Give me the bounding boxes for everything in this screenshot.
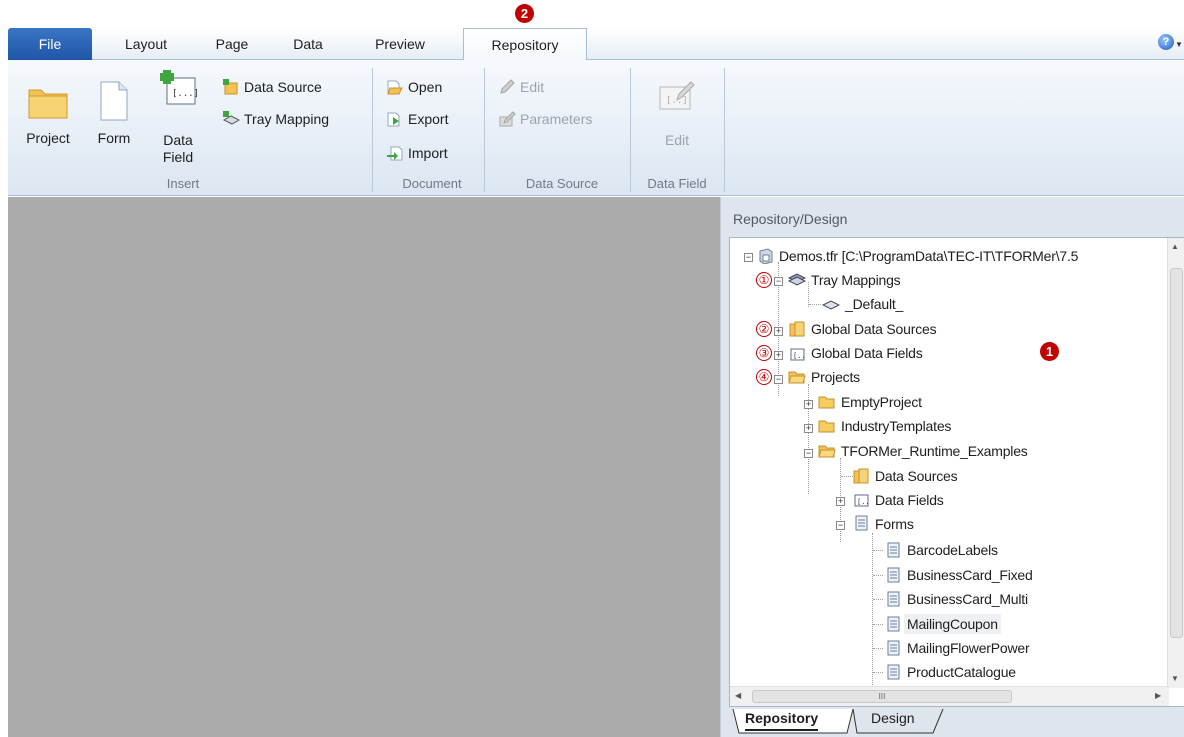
data-field-icon: [..]: [790, 348, 806, 361]
svg-text:[..]: [..]: [666, 96, 688, 106]
group-label-insert: Insert: [166, 176, 200, 191]
group-separator: [372, 68, 373, 192]
tree-expander[interactable]: −: [744, 253, 753, 262]
chevron-down-icon: ▼: [1175, 40, 1183, 49]
tree-line: [873, 624, 883, 625]
tree-expander[interactable]: +: [804, 424, 813, 433]
repository-tree[interactable]: − Demos.tfr [C:\ProgramData\TEC-IT\TFORM…: [729, 237, 1184, 707]
repository-icon: [759, 248, 773, 264]
tree-expander[interactable]: −: [836, 521, 845, 530]
tree-expander[interactable]: +: [804, 400, 813, 409]
data-field-icon: [..]: [854, 494, 870, 507]
panel-title: Repository/Design: [733, 211, 848, 227]
scrollbar-thumb[interactable]: III: [752, 690, 1012, 703]
group-separator: [484, 68, 485, 192]
tree-line: [873, 575, 883, 576]
project-button[interactable]: Project: [18, 78, 78, 158]
group-separator: [630, 68, 631, 192]
callout-1: 1: [1040, 342, 1059, 361]
tree-expander[interactable]: +: [836, 497, 845, 506]
annotation-circle-3: ③: [756, 345, 772, 361]
callout-2: 2: [515, 4, 534, 23]
document-icon: [887, 664, 900, 680]
ribbon-body: Project Form [...] Data Field Data Sourc…: [8, 60, 1184, 196]
scroll-right-icon[interactable]: ▶: [1155, 691, 1161, 700]
tree-line: [873, 599, 883, 600]
tree-expander[interactable]: −: [774, 375, 783, 384]
import-icon: [387, 146, 403, 161]
document-icon: [855, 515, 868, 531]
scroll-down-icon[interactable]: ▼: [1171, 674, 1179, 683]
tab-page[interactable]: Page: [204, 28, 260, 60]
data-field-icon: [...]: [160, 70, 199, 105]
tab-repository-panel[interactable]: Repository: [745, 707, 819, 731]
tree-line: [872, 533, 873, 693]
tray-mapping-icon: [222, 111, 240, 125]
scrollbar-thumb[interactable]: [1170, 268, 1183, 638]
data-source-icon: [789, 321, 805, 337]
annotation-circle-1: ①: [756, 272, 772, 288]
window-left-edge: [0, 28, 8, 737]
form-icon: [100, 81, 128, 121]
group-separator: [724, 68, 725, 192]
help-icon: ?: [1158, 34, 1174, 50]
folder-icon: [788, 371, 806, 384]
scroll-left-icon[interactable]: ◀: [735, 691, 741, 700]
tray-icon: [822, 300, 840, 310]
form-button[interactable]: Form: [86, 78, 142, 158]
tformer-designer-window: 2 File Layout Page Data Preview Reposito…: [0, 0, 1184, 737]
group-label-data-source: Data Source: [525, 176, 599, 191]
vertical-scrollbar[interactable]: ▲ ▼: [1167, 238, 1184, 688]
tray-icon: [788, 273, 806, 286]
data-source-icon: [853, 468, 869, 484]
ribbon-tab-row: File Layout Page Data Preview Repository…: [8, 28, 1184, 61]
help-button[interactable]: ? ▼: [1158, 34, 1183, 52]
tree-expander[interactable]: +: [774, 327, 783, 336]
open-icon: [387, 80, 403, 95]
panel-bottom-tabs: Repository Design: [729, 707, 1184, 737]
tree-line: [873, 672, 883, 673]
annotation-circle-4: ④: [756, 369, 772, 385]
tab-file[interactable]: File: [8, 28, 92, 60]
tree-line: [873, 550, 883, 551]
annotation-circle-2: ②: [756, 321, 772, 337]
export-icon: [387, 112, 400, 127]
tree-expander[interactable]: −: [804, 449, 813, 458]
tree-line: [873, 648, 883, 649]
document-icon: [887, 640, 900, 656]
tab-data[interactable]: Data: [278, 28, 338, 60]
folder-icon: [818, 445, 836, 458]
document-icon: [887, 616, 900, 632]
horizontal-scrollbar[interactable]: ◀ III ▶: [730, 686, 1169, 706]
svg-text:[..]: [..]: [857, 498, 870, 506]
folder-icon: [28, 89, 68, 119]
document-icon: [887, 591, 900, 607]
document-icon: [887, 567, 900, 583]
design-workspace[interactable]: [8, 197, 720, 737]
data-source-icon: [223, 79, 238, 95]
scroll-up-icon[interactable]: ▲: [1171, 242, 1179, 251]
scrollbar-grip: III: [878, 692, 886, 701]
edit-icon: [500, 79, 515, 94]
repository-panel: Repository/Design − Demos.tfr [C:\Progra…: [720, 197, 1184, 737]
folder-icon: [818, 396, 835, 409]
tree-line: [809, 304, 821, 305]
document-icon: [887, 542, 900, 558]
tab-design-panel[interactable]: Design: [871, 707, 915, 731]
tree-expander[interactable]: +: [774, 351, 783, 360]
folder-icon: [818, 420, 835, 433]
data-field-edit-button[interactable]: [..] Edit: [640, 72, 714, 156]
tab-repository[interactable]: Repository: [463, 28, 587, 61]
edit-icon: [..]: [659, 81, 695, 110]
group-label-document: Document: [402, 176, 462, 191]
data-field-button[interactable]: [...] Data Field: [150, 68, 206, 168]
svg-text:[...]: [...]: [172, 89, 199, 99]
tab-preview[interactable]: Preview: [358, 28, 442, 60]
tab-layout[interactable]: Layout: [106, 28, 186, 60]
tree-expander[interactable]: −: [774, 277, 783, 286]
group-label-data-field: Data Field: [647, 176, 707, 191]
svg-text:[..]: [..]: [793, 352, 806, 360]
parameters-icon: [499, 111, 516, 127]
